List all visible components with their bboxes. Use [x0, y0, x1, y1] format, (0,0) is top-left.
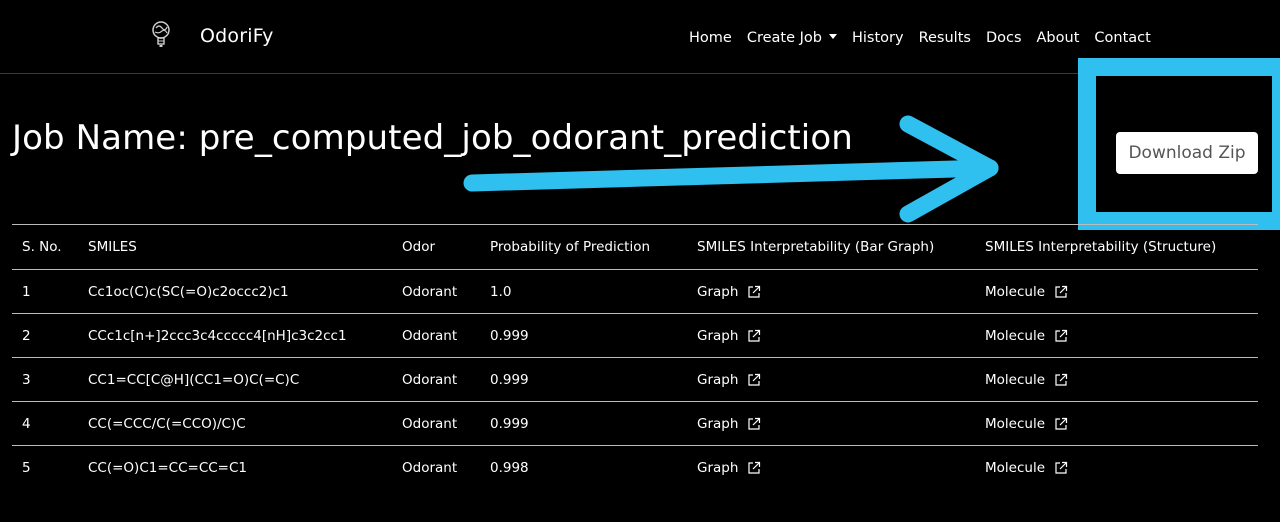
row-smiles: CC(=CCC/C(=CCO)/C)C: [88, 415, 246, 432]
table-row: 2 CCc1c[n+]2ccc3c4ccccc4[nH]c3c2cc1 Odor…: [12, 313, 1258, 357]
molecule-link-label: Molecule: [985, 283, 1045, 300]
nav-create-job-label: Create Job: [746, 30, 822, 46]
main-nav: Home Create Job History Results Docs Abo…: [689, 30, 1151, 46]
row-probability: 0.998: [490, 459, 529, 476]
external-link-icon: [1055, 285, 1068, 298]
external-link-icon: [1055, 417, 1068, 430]
brain-bulb-logo-icon[interactable]: [146, 18, 178, 54]
row-odor: Odorant: [402, 327, 458, 344]
molecule-link[interactable]: Molecule: [985, 358, 1068, 401]
external-link-icon: [748, 285, 761, 298]
table-row: 1 Cc1oc(C)c(SC(=O)c2occc2)c1 Odorant 1.0…: [12, 269, 1258, 313]
download-zip-button[interactable]: Download Zip: [1116, 132, 1258, 174]
brand-name[interactable]: OdoriFy: [200, 25, 274, 47]
external-link-icon: [748, 461, 761, 474]
graph-link[interactable]: Graph: [697, 314, 761, 357]
row-odor: Odorant: [402, 459, 458, 476]
row-odor: Odorant: [402, 371, 458, 388]
graph-link[interactable]: Graph: [697, 270, 761, 313]
caret-down-icon: [828, 33, 837, 39]
molecule-link[interactable]: Molecule: [985, 402, 1068, 445]
molecule-link[interactable]: Molecule: [985, 446, 1068, 489]
row-odor: Odorant: [402, 283, 458, 300]
nav-home[interactable]: Home: [689, 30, 732, 46]
molecule-link-label: Molecule: [985, 371, 1045, 388]
header-odor: Odor: [402, 239, 436, 255]
graph-link-label: Graph: [697, 327, 739, 344]
graph-link[interactable]: Graph: [697, 402, 761, 445]
nav-history[interactable]: History: [852, 30, 904, 46]
row-probability: 1.0: [490, 283, 512, 300]
graph-link[interactable]: Graph: [697, 446, 761, 489]
molecule-link-label: Molecule: [985, 415, 1045, 432]
table-row: 3 CC1=CC[C@H](CC1=O)C(=C)C Odorant 0.999…: [12, 357, 1258, 401]
header-probability: Probability of Prediction: [490, 239, 651, 255]
external-link-icon: [1055, 461, 1068, 474]
table-row: 4 CC(=CCC/C(=CCO)/C)C Odorant 0.999 Grap…: [12, 401, 1258, 445]
external-link-icon: [748, 417, 761, 430]
graph-link[interactable]: Graph: [697, 358, 761, 401]
results-table: S. No. SMILES Odor Probability of Predic…: [12, 224, 1258, 489]
annotation-arrow-icon: [463, 115, 999, 223]
row-sno: 4: [22, 415, 31, 432]
external-link-icon: [748, 329, 761, 342]
row-probability: 0.999: [490, 371, 529, 388]
row-probability: 0.999: [490, 415, 529, 432]
external-link-icon: [1055, 373, 1068, 386]
graph-link-label: Graph: [697, 415, 739, 432]
graph-link-label: Graph: [697, 283, 739, 300]
molecule-link-label: Molecule: [985, 459, 1045, 476]
molecule-link-label: Molecule: [985, 327, 1045, 344]
row-sno: 3: [22, 371, 31, 388]
graph-link-label: Graph: [697, 371, 739, 388]
nav-about[interactable]: About: [1037, 30, 1080, 46]
nav-results[interactable]: Results: [919, 30, 971, 46]
row-smiles: CCc1c[n+]2ccc3c4ccccc4[nH]c3c2cc1: [88, 327, 347, 344]
header-sno: S. No.: [22, 239, 62, 255]
nav-contact[interactable]: Contact: [1094, 30, 1150, 46]
header-smiles: SMILES: [88, 239, 137, 255]
header-structure: SMILES Interpretability (Structure): [985, 239, 1217, 255]
row-sno: 2: [22, 327, 31, 344]
nav-create-job[interactable]: Create Job: [747, 30, 837, 46]
row-smiles: CC1=CC[C@H](CC1=O)C(=C)C: [88, 371, 300, 388]
row-smiles: Cc1oc(C)c(SC(=O)c2occc2)c1: [88, 283, 289, 300]
external-link-icon: [1055, 329, 1068, 342]
molecule-link[interactable]: Molecule: [985, 314, 1068, 357]
molecule-link[interactable]: Molecule: [985, 270, 1068, 313]
table-header-row: S. No. SMILES Odor Probability of Predic…: [12, 224, 1258, 269]
header-bar-graph: SMILES Interpretability (Bar Graph): [697, 239, 935, 255]
external-link-icon: [748, 373, 761, 386]
graph-link-label: Graph: [697, 459, 739, 476]
row-smiles: CC(=O)C1=CC=CC=C1: [88, 459, 247, 476]
row-sno: 5: [22, 459, 31, 476]
table-row: 5 CC(=O)C1=CC=CC=C1 Odorant 0.998 Graph …: [12, 445, 1258, 489]
nav-docs[interactable]: Docs: [986, 30, 1022, 46]
row-odor: Odorant: [402, 415, 458, 432]
row-sno: 1: [22, 283, 31, 300]
row-probability: 0.999: [490, 327, 529, 344]
